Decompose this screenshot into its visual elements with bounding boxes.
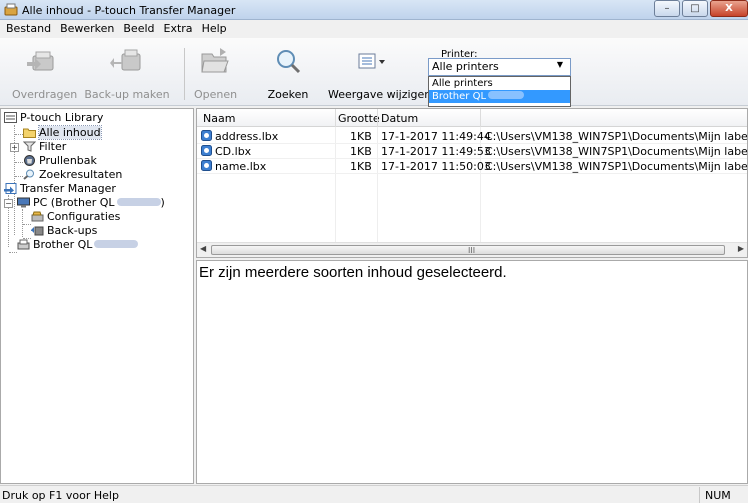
menu-beeld[interactable]: Beeld xyxy=(119,20,159,38)
column-header-date[interactable]: Datum xyxy=(381,112,418,125)
tree-item-all-content[interactable]: Alle inhoud xyxy=(23,125,102,140)
close-button[interactable]: X xyxy=(710,0,748,17)
printer-option-selected[interactable]: Brother QL xyxy=(429,90,570,103)
label-file-icon xyxy=(201,145,212,156)
tree-item-library[interactable]: P-touch Library xyxy=(4,111,103,125)
menu-bestand[interactable]: Bestand xyxy=(2,20,56,38)
file-path: C:\Users\VM138_WIN7SP1\Documents\Mijn la… xyxy=(485,130,748,143)
file-name: CD.lbx xyxy=(215,145,252,158)
file-list: Naam Grootte Datum address.lbx 1KB 17-1-… xyxy=(196,108,748,258)
tree-item-brother[interactable]: Brother QL xyxy=(17,238,139,252)
transfer-manager-icon xyxy=(4,183,17,194)
printer-option[interactable]: Alle printers xyxy=(429,77,570,90)
view-list-icon xyxy=(358,53,385,69)
folder-icon xyxy=(23,128,36,138)
list-header: Naam Grootte Datum xyxy=(197,109,747,127)
filter-icon xyxy=(23,141,36,152)
preview-pane: Er zijn meerdere soorten inhoud geselect… xyxy=(196,260,748,484)
maximize-button[interactable]: □ xyxy=(682,0,708,17)
search-button[interactable]: Zoeken xyxy=(262,46,314,102)
backup-icon xyxy=(110,49,141,71)
file-path: C:\Users\VM138_WIN7SP1\Documents\Mijn la… xyxy=(485,145,748,158)
open-folder-icon xyxy=(201,48,229,73)
redacted-model xyxy=(94,240,139,248)
scroll-right-icon[interactable]: ▶ xyxy=(738,244,744,253)
horizontal-scrollbar[interactable]: ◀ III ▶ xyxy=(197,242,747,257)
scroll-thumb[interactable]: III xyxy=(211,245,725,255)
menu-bewerken[interactable]: Bewerken xyxy=(56,20,119,38)
backup-button[interactable]: Back-up maken xyxy=(82,46,172,102)
title-bar: Alle inhoud - P-touch Transfer Manager –… xyxy=(0,0,748,20)
status-bar: Druk op F1 voor Help NUM xyxy=(0,485,748,503)
menu-extra[interactable]: Extra xyxy=(160,20,198,38)
minimize-button[interactable]: – xyxy=(654,0,680,17)
num-lock-indicator: NUM xyxy=(705,489,731,502)
tree-item-configurations[interactable]: Configuraties xyxy=(31,210,120,224)
file-size: 1KB xyxy=(350,145,372,158)
backups-icon xyxy=(31,226,44,236)
menu-bar: Bestand Bewerken Beeld Extra Help xyxy=(0,20,748,38)
toolbar: Overdragen Back-up maken Openen Zoeken W… xyxy=(0,38,748,106)
table-row[interactable]: name.lbx 1KB 17-1-2017 11:50:03 C:\Users… xyxy=(197,159,747,174)
tree-item-backups[interactable]: Back-ups xyxy=(31,224,97,238)
file-date: 17-1-2017 11:50:03 xyxy=(381,160,491,173)
configurations-icon xyxy=(31,211,44,222)
tree-item-search-results[interactable]: Zoekresultaten xyxy=(23,168,122,182)
library-icon xyxy=(4,112,17,123)
file-name: address.lbx xyxy=(215,130,279,143)
tree-item-trash[interactable]: Prullenbak xyxy=(23,154,97,168)
printer-select[interactable]: Alle printers ▼ xyxy=(428,58,571,76)
window-controls: – □ X xyxy=(652,0,748,19)
table-row[interactable]: address.lbx 1KB 17-1-2017 11:49:44 C:\Us… xyxy=(197,129,747,144)
tree-item-pc[interactable]: PC (Brother QL) xyxy=(17,196,165,210)
scroll-left-icon[interactable]: ◀ xyxy=(200,244,206,253)
label-file-icon xyxy=(201,160,212,171)
menu-help[interactable]: Help xyxy=(198,20,232,38)
chevron-down-icon: ▼ xyxy=(556,60,563,69)
printer-dropdown-list: Alle printers Brother QL xyxy=(428,76,571,107)
transfer-icon xyxy=(27,51,54,71)
collapse-pc-toggle[interactable]: − xyxy=(4,199,13,208)
file-size: 1KB xyxy=(350,160,372,173)
status-text: Druk op F1 voor Help xyxy=(2,489,119,502)
column-header-size[interactable]: Grootte xyxy=(338,112,380,125)
library-tree: P-touch Library Alle inhoud + Filter Pru… xyxy=(0,108,194,484)
open-button[interactable]: Openen xyxy=(194,46,237,102)
trash-icon xyxy=(24,155,35,166)
label-file-icon xyxy=(201,130,212,141)
expand-filter-toggle[interactable]: + xyxy=(10,143,19,152)
app-icon xyxy=(4,3,18,16)
table-row[interactable]: CD.lbx 1KB 17-1-2017 11:49:53 C:\Users\V… xyxy=(197,144,747,159)
file-date: 17-1-2017 11:49:44 xyxy=(381,130,491,143)
redacted-model xyxy=(116,198,161,206)
view-change-button[interactable]: Weergave wijzigen xyxy=(328,46,431,102)
file-name: name.lbx xyxy=(215,160,267,173)
file-path: C:\Users\VM138_WIN7SP1\Documents\Mijn la… xyxy=(485,160,748,173)
tree-item-filter[interactable]: Filter xyxy=(23,140,66,154)
transfer-button[interactable]: Overdragen xyxy=(12,46,77,102)
file-size: 1KB xyxy=(350,130,372,143)
search-results-icon xyxy=(23,169,34,180)
column-header-name[interactable]: Naam xyxy=(203,112,235,125)
printer-icon xyxy=(17,239,30,250)
search-icon xyxy=(277,50,301,74)
file-date: 17-1-2017 11:49:53 xyxy=(381,145,491,158)
redacted-model xyxy=(488,91,525,99)
computer-icon xyxy=(17,197,30,208)
toolbar-separator xyxy=(184,48,185,100)
window-title: Alle inhoud - P-touch Transfer Manager xyxy=(22,4,236,17)
preview-message: Er zijn meerdere soorten inhoud geselect… xyxy=(199,264,507,281)
tree-item-transfer-manager[interactable]: Transfer Manager xyxy=(4,182,116,196)
